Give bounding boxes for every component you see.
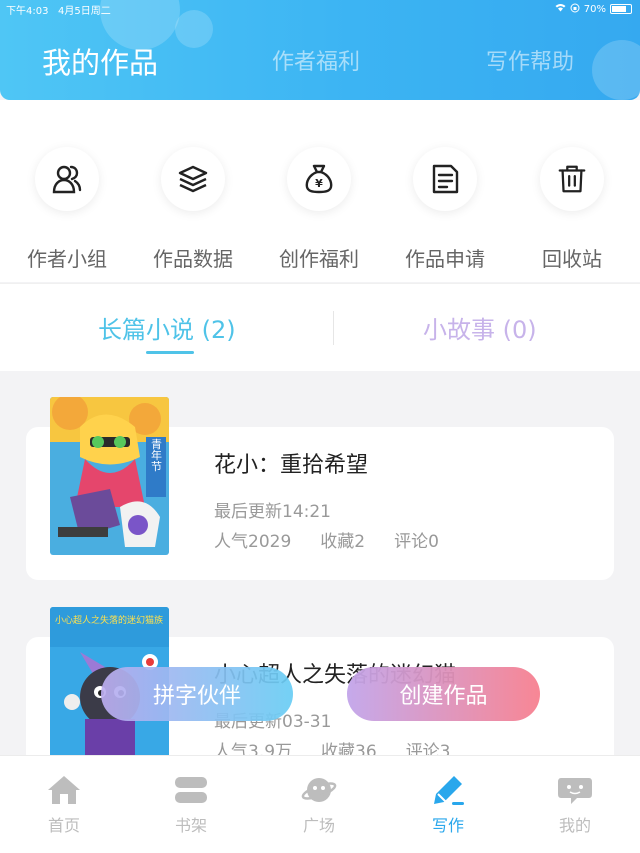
action-circle	[161, 147, 225, 211]
home-icon	[48, 776, 80, 804]
bottom-tab-bar: 首页 书架 广场 写作 我的	[0, 755, 640, 853]
action-circle	[413, 147, 477, 211]
action-recycle-bin[interactable]: 回收站	[517, 147, 627, 272]
action-creation-benefits[interactable]: ¥ 创作福利	[264, 147, 374, 272]
svg-text:¥: ¥	[315, 177, 323, 190]
action-label: 创作福利	[279, 247, 359, 271]
planet-icon	[301, 778, 337, 802]
pen-icon	[434, 776, 464, 805]
wifi-icon	[555, 3, 566, 15]
chat-face-icon	[558, 778, 592, 804]
money-bag-icon: ¥	[305, 164, 333, 194]
document-icon	[432, 164, 459, 194]
tab-author-benefits[interactable]: 作者福利	[272, 44, 360, 76]
battery-icon	[610, 4, 632, 14]
battery-percent: 70%	[583, 3, 606, 15]
work-type-tabs: 长篇小说 (2) 小故事 (0)	[0, 283, 640, 371]
status-bar: 下午4:03 4月5日周二 70%	[6, 2, 632, 17]
tab-label: 书架	[174, 816, 207, 835]
tab-label: 首页	[47, 816, 80, 835]
book-stats: 人气2029 收藏2 评论0	[214, 527, 439, 552]
tab-home[interactable]: 首页	[24, 774, 104, 836]
tab-label: 我的	[558, 816, 591, 835]
action-circle	[540, 147, 604, 211]
cover-text: 小心超人之失落的迷幻猫族	[55, 614, 163, 626]
book-title[interactable]: 花小：重拾希望	[214, 447, 368, 479]
action-circle	[35, 147, 99, 211]
writing-partner-button[interactable]: 拼字伙伴	[101, 667, 293, 721]
book-cover[interactable]: 青年节	[50, 397, 169, 555]
lock-rotation-icon	[570, 3, 580, 16]
action-label: 作品申请	[405, 247, 485, 271]
quick-actions: 作者小组 作品数据 ¥ 创作福利 作品申请 回收站	[0, 100, 640, 282]
cover-text: 青年节	[150, 438, 163, 471]
action-work-application[interactable]: 作品申请	[390, 147, 500, 272]
tab-writing-help[interactable]: 写作帮助	[486, 44, 574, 76]
tab-label: 写作	[431, 816, 464, 835]
last-updated: 最后更新14:21	[214, 502, 331, 522]
people-icon	[52, 165, 82, 194]
trash-icon	[558, 165, 586, 193]
action-label: 回收站	[542, 247, 602, 271]
header: 下午4:03 4月5日周二 70% 我的作品 作者福利 写作帮助	[0, 0, 640, 100]
action-circle: ¥	[287, 147, 351, 211]
tab-divider	[333, 311, 334, 345]
action-label: 作品数据	[153, 247, 233, 271]
action-author-group[interactable]: 作者小组	[12, 147, 122, 272]
action-work-data[interactable]: 作品数据	[138, 147, 248, 272]
active-tab-indicator	[146, 351, 194, 354]
favorites: 收藏2	[320, 532, 366, 552]
tab-short-stories[interactable]: 小故事 (0)	[423, 310, 537, 345]
tab-write[interactable]: 写作	[408, 774, 488, 836]
tab-mine[interactable]: 我的	[535, 774, 615, 836]
tab-long-novels[interactable]: 长篇小说 (2)	[98, 310, 236, 345]
tab-square[interactable]: 广场	[279, 774, 359, 836]
popularity: 人气2029	[214, 532, 292, 552]
action-label: 作者小组	[27, 247, 107, 271]
header-tabs: 我的作品 作者福利 写作帮助	[0, 44, 640, 92]
tab-label: 广场	[302, 816, 335, 835]
comments: 评论0	[394, 532, 439, 552]
status-date: 4月5日周二	[58, 5, 111, 17]
bookshelf-icon	[175, 777, 207, 803]
tab-bookshelf[interactable]: 书架	[151, 774, 231, 836]
create-work-button[interactable]: 创建作品	[347, 667, 540, 721]
tab-my-works[interactable]: 我的作品	[42, 40, 158, 82]
status-time: 下午4:03	[6, 5, 49, 17]
layers-icon	[178, 165, 208, 193]
